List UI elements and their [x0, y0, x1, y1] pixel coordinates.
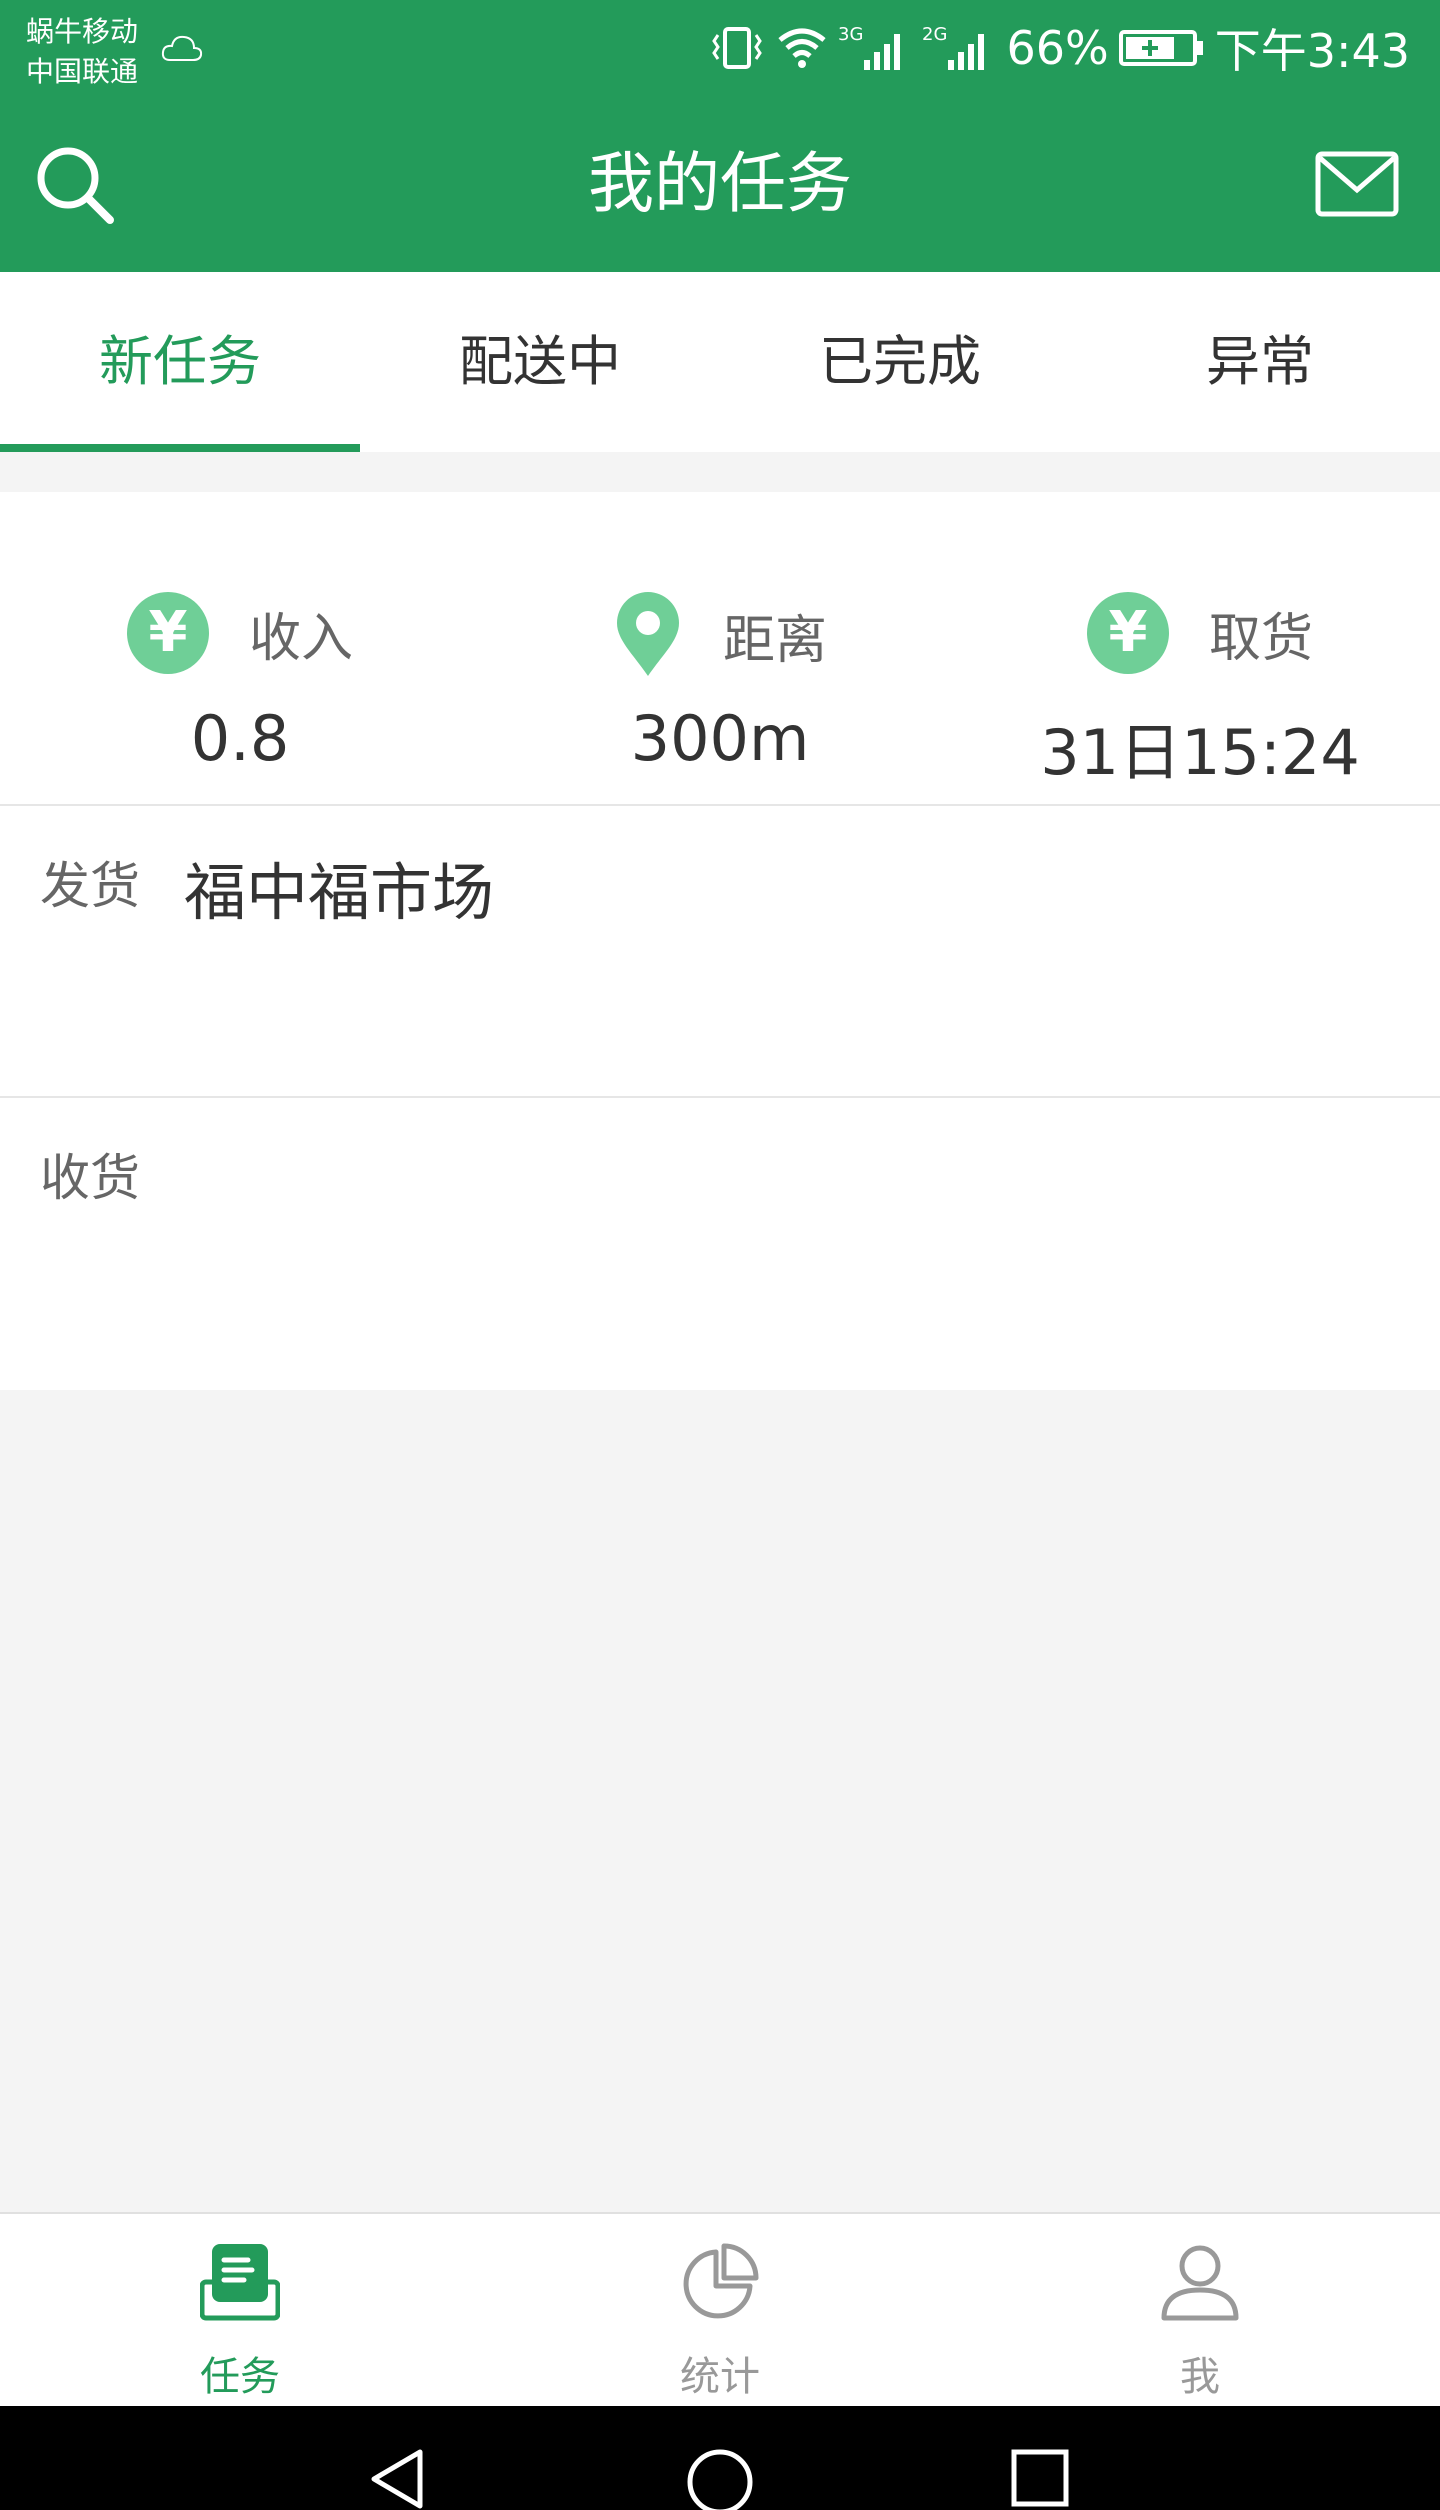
- nav-statistics[interactable]: 统计: [480, 2214, 960, 2406]
- tab-completed[interactable]: 已完成: [720, 272, 1080, 452]
- tab-delivering[interactable]: 配送中: [360, 272, 720, 452]
- carrier-line-2: 中国联通: [26, 55, 139, 88]
- bottom-nav: 任务 统计 我: [0, 2212, 1440, 2406]
- tab-exception[interactable]: 异常: [1080, 272, 1440, 452]
- distance-value: 300m: [630, 702, 810, 775]
- nav-task-label: 任务: [200, 2354, 280, 2400]
- signal-2g-icon: 2G: [922, 24, 985, 70]
- nav-me[interactable]: 我: [960, 2214, 1440, 2406]
- status-icons: 3G 2G 66% 下午3:43: [708, 18, 1410, 78]
- receive-label: 收货: [40, 1149, 140, 1207]
- pie-chart-icon: [683, 2243, 759, 2319]
- location-pin-icon: [616, 592, 679, 676]
- user-icon: [1161, 2245, 1239, 2321]
- yuan-icon: ¥: [1086, 592, 1169, 674]
- task-tabs: 新任务 配送中 已完成 异常: [0, 272, 1440, 452]
- back-icon[interactable]: [368, 2448, 428, 2510]
- status-bar: 蜗牛移动 中国联通 3G 2G 66% 下午3:43: [0, 0, 1440, 96]
- carrier-info: 蜗牛移动 中国联通: [26, 12, 138, 92]
- svg-text:2G: 2G: [922, 24, 947, 45]
- vibrate-icon: [712, 27, 763, 69]
- income-value: 0.8: [190, 702, 290, 775]
- recent-apps-icon[interactable]: [1010, 2448, 1070, 2508]
- svg-text:3G: 3G: [838, 24, 863, 45]
- task-icon: [200, 2244, 280, 2321]
- nav-me-label: 我: [1180, 2354, 1220, 2400]
- clock: 下午3:43: [1214, 24, 1410, 78]
- task-stats: ¥ 收入 0.8 距离 300m ¥ 取货 31日15:24: [0, 492, 1440, 806]
- task-card[interactable]: ¥ 收入 0.8 距离 300m ¥ 取货 31日15:24 发货 福中福市场 …: [0, 492, 1440, 1390]
- nav-task[interactable]: 任务: [0, 2214, 480, 2406]
- app-bar: 我的任务: [0, 96, 1440, 272]
- wifi-icon: [778, 28, 827, 68]
- receive-address-row: 收货: [0, 1098, 1440, 1390]
- carrier-line-1: 蜗牛移动: [26, 15, 139, 48]
- income-stat: ¥ 收入 0.8: [0, 492, 480, 804]
- nav-statistics-label: 统计: [680, 2354, 760, 2400]
- tab-new-task[interactable]: 新任务: [0, 272, 360, 452]
- home-icon[interactable]: [686, 2448, 754, 2510]
- battery-percent: 66%: [1006, 21, 1109, 75]
- cloud-icon: [161, 35, 203, 61]
- income-label: 收入: [248, 608, 353, 669]
- send-address: 福中福市场: [184, 856, 495, 929]
- signal-3g-icon: 3G: [838, 24, 901, 70]
- pickup-label: 取货: [1208, 608, 1313, 669]
- yuan-icon: ¥: [126, 592, 209, 674]
- battery-icon: [1118, 30, 1203, 66]
- send-address-row: 发货 福中福市场: [0, 806, 1440, 1098]
- distance-stat: 距离 300m: [480, 492, 960, 804]
- pickup-stat: ¥ 取货 31日15:24: [960, 492, 1440, 804]
- send-label: 发货: [40, 857, 140, 915]
- page-title: 我的任务: [588, 145, 852, 222]
- mail-icon[interactable]: [1314, 150, 1400, 218]
- distance-label: 距离: [722, 610, 827, 671]
- pickup-time-value: 31日15:24: [1040, 716, 1360, 789]
- system-nav-bar: [0, 2406, 1440, 2510]
